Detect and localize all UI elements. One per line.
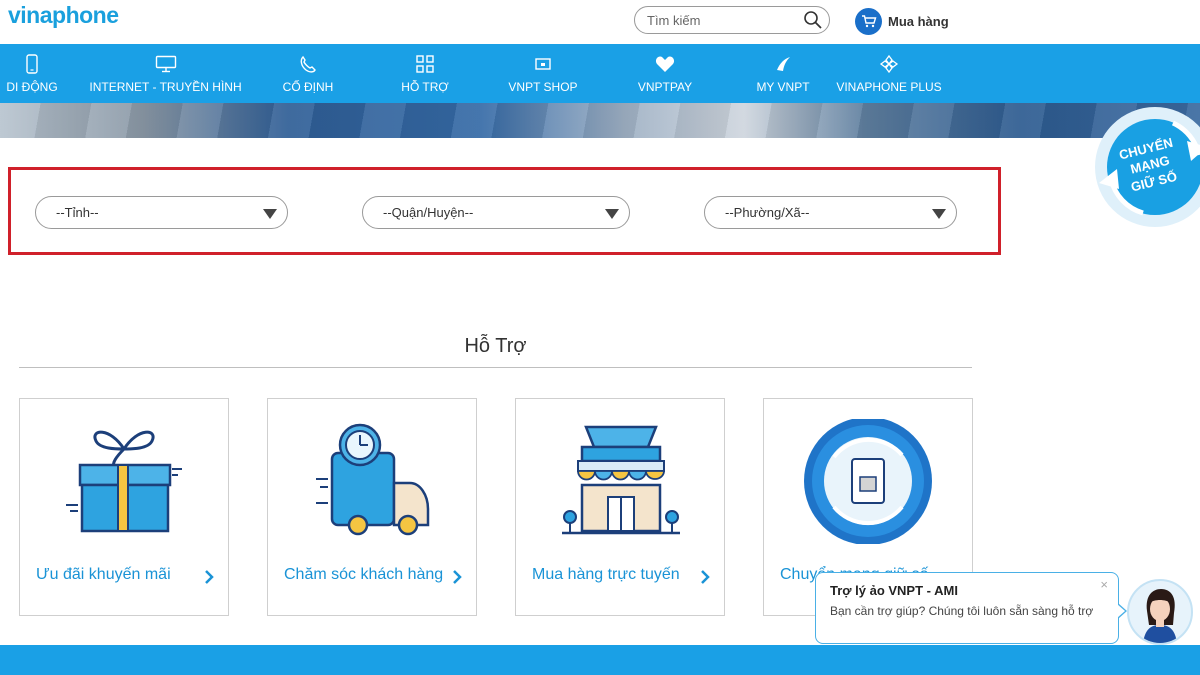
district-select-value: --Quận/Huyện-- <box>383 205 474 220</box>
section-title: Hỗ Trợ <box>464 335 527 357</box>
cart-button[interactable]: Mua hàng <box>855 7 949 35</box>
nav-item-vnptpay[interactable]: VNPTPAY <box>630 44 700 103</box>
nav-label: VINAPHONE PLUS <box>836 80 942 94</box>
nav-item-ho-tro[interactable]: HỖ TRỢ <box>395 44 455 103</box>
search-box[interactable] <box>634 6 830 34</box>
nav-item-my-vnpt[interactable]: MY VNPT <box>748 44 818 103</box>
hero-banner-strip <box>0 103 1200 138</box>
search-icon[interactable] <box>803 10 823 30</box>
card-label: Mua hàng trực tuyến <box>532 566 680 583</box>
card-mua-hang-truc-tuyen[interactable]: Mua hàng trực tuyến <box>515 398 725 616</box>
nav-label: MY VNPT <box>756 80 810 94</box>
chevron-down-icon <box>263 209 277 219</box>
search-input[interactable] <box>647 11 797 29</box>
main-nav: DI ĐỘNG INTERNET - TRUYỀN HÌNH CỐ ĐỊNH H… <box>0 44 1200 103</box>
chevron-right-icon <box>205 570 214 584</box>
plus-network-icon <box>879 54 899 74</box>
cart-label: Mua hàng <box>888 13 949 29</box>
heart-icon <box>655 56 675 72</box>
gift-icon <box>66 430 182 533</box>
ward-select-value: --Phường/Xã-- <box>725 205 810 220</box>
chuyen-mang-giu-so-badge[interactable]: CHUYỂN MẠNG GIỮ SỐ <box>1083 107 1200 227</box>
chatbot-message: Bạn cần trợ giúp? Chúng tôi luôn sẵn sàn… <box>830 604 1094 618</box>
nav-label: VNPTPAY <box>637 80 693 94</box>
close-icon[interactable]: × <box>1100 577 1108 592</box>
chatbot-bubble[interactable]: × Trợ lý ảo VNPT - AMI Bạn cần trợ giúp?… <box>815 572 1127 644</box>
chevron-down-icon <box>605 209 619 219</box>
top-header: vinaphone Mua hàng <box>0 0 1200 44</box>
chevron-right-icon <box>701 570 710 584</box>
cart-icon <box>855 7 882 35</box>
chatbot-title: Trợ lý ảo VNPT - AMI <box>830 583 958 598</box>
landline-icon <box>300 55 316 73</box>
nav-label: DI ĐỘNG <box>6 80 58 94</box>
shop-icon <box>535 58 551 70</box>
card-cham-soc-khach-hang[interactable]: Chăm sóc khách hàng <box>267 398 477 616</box>
chevron-down-icon <box>932 209 946 219</box>
card-label: Chăm sóc khách hàng <box>284 566 444 583</box>
phone-icon <box>26 54 38 74</box>
vnpt-logo-icon <box>777 57 790 71</box>
ward-select[interactable]: --Phường/Xã-- <box>704 196 957 229</box>
chevron-right-icon <box>453 570 462 584</box>
storefront-icon <box>562 425 680 535</box>
nav-item-internet[interactable]: INTERNET - TRUYỀN HÌNH <box>88 44 243 103</box>
nav-label: CỐ ĐỊNH <box>282 80 334 94</box>
nav-item-vnpt-shop[interactable]: VNPT SHOP <box>503 44 583 103</box>
chatbot-avatar[interactable] <box>1127 579 1193 645</box>
card-uu-dai-khuyen-mai[interactable]: Ưu đãi khuyến mãi <box>19 398 229 616</box>
province-select[interactable]: --Tỉnh-- <box>35 196 288 229</box>
monitor-icon <box>155 55 176 73</box>
nav-item-vinaphone-plus[interactable]: VINAPHONE PLUS <box>834 44 944 103</box>
card-label: Ưu đãi khuyến mãi <box>36 566 171 583</box>
nav-label: HỖ TRỢ <box>401 80 449 94</box>
delivery-truck-icon <box>316 423 430 536</box>
nav-label: VNPT SHOP <box>508 80 578 94</box>
district-select[interactable]: --Quận/Huyện-- <box>362 196 630 229</box>
nav-item-di-dong[interactable]: DI ĐỘNG <box>2 44 62 103</box>
nav-label: INTERNET - TRUYỀN HÌNH <box>89 80 242 94</box>
province-select-value: --Tỉnh-- <box>56 205 99 220</box>
nav-item-co-dinh[interactable]: CỐ ĐỊNH <box>278 44 338 103</box>
page: vinaphone Mua hàng DI ĐỘNG <box>0 0 1200 675</box>
vinaphone-logo[interactable]: vinaphone <box>8 2 119 29</box>
sim-swap-icon <box>804 419 932 544</box>
footer-bar <box>0 645 1200 675</box>
assistant-avatar-icon <box>1143 589 1177 643</box>
section-divider <box>19 367 972 368</box>
grid-icon <box>416 55 434 73</box>
